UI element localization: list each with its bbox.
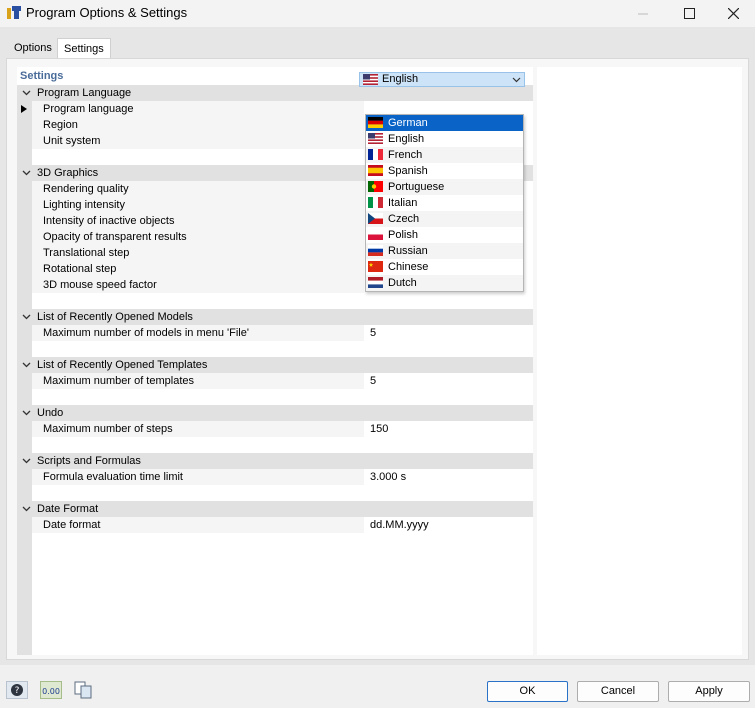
flag-us-icon: [363, 74, 378, 85]
category-label: Scripts and Formulas: [37, 455, 141, 467]
row-name: Translational step: [32, 245, 364, 261]
row-name: Maximum number of models in menu 'File': [32, 325, 364, 341]
tree-row[interactable]: Maximum number of steps 150: [17, 421, 533, 437]
language-option-chinese[interactable]: Chinese: [366, 259, 523, 275]
flag-pt-icon: [368, 181, 383, 192]
flag-it-icon: [368, 197, 383, 208]
cancel-button[interactable]: Cancel: [577, 681, 659, 702]
row-value[interactable]: dd.MM.yyyy: [366, 517, 533, 533]
row-name: Program language: [32, 101, 364, 117]
category-scripts-formulas[interactable]: Scripts and Formulas: [17, 453, 533, 469]
flag-pl-icon: [368, 229, 383, 240]
language-option-english[interactable]: English: [366, 131, 523, 147]
row-name: Region: [32, 117, 364, 133]
row-name: Intensity of inactive objects: [32, 213, 364, 229]
description-pane: [537, 67, 742, 655]
language-combobox[interactable]: English: [359, 72, 525, 87]
ok-button[interactable]: OK: [487, 681, 568, 702]
chevron-down-icon[interactable]: [20, 453, 32, 469]
row-value[interactable]: 5: [366, 373, 533, 389]
title-bar: Program Options & Settings: [0, 0, 755, 27]
language-option-russian[interactable]: Russian: [366, 243, 523, 259]
category-program-language[interactable]: Program Language: [17, 85, 533, 101]
language-option-spanish[interactable]: Spanish: [366, 163, 523, 179]
category-label: List of Recently Opened Models: [37, 311, 193, 323]
category-undo[interactable]: Undo: [17, 405, 533, 421]
maximize-button[interactable]: [666, 0, 712, 27]
language-option-portuguese[interactable]: Portuguese: [366, 179, 523, 195]
chevron-down-icon[interactable]: [20, 501, 32, 517]
flag-ru-icon: [368, 245, 383, 256]
row-name: Maximum number of steps: [32, 421, 364, 437]
minimize-button[interactable]: [620, 0, 666, 27]
dialog-footer: ? 0.00 OK Cancel Apply: [0, 665, 755, 708]
tree-row[interactable]: Maximum number of models in menu 'File' 5: [17, 325, 533, 341]
category-label: Date Format: [37, 503, 99, 515]
row-name: Rendering quality: [32, 181, 364, 197]
row-name: 3D mouse speed factor: [32, 277, 364, 293]
tab-settings[interactable]: Settings: [57, 38, 111, 58]
tree-row[interactable]: Maximum number of templates 5: [17, 373, 533, 389]
app-icon: [7, 6, 21, 19]
flag-de-icon: [368, 117, 383, 128]
flag-cz-icon: [368, 213, 383, 224]
row-name: Date format: [32, 517, 364, 533]
row-name: Formula evaluation time limit: [32, 469, 364, 485]
row-name: Lighting intensity: [32, 197, 364, 213]
category-label: List of Recently Opened Templates: [37, 359, 208, 371]
language-option-italian[interactable]: Italian: [366, 195, 523, 211]
language-option-german[interactable]: German: [366, 115, 523, 131]
close-button[interactable]: [710, 0, 755, 27]
chevron-down-icon[interactable]: [20, 357, 32, 373]
category-label: Program Language: [37, 87, 132, 99]
category-label: 3D Graphics: [37, 167, 99, 179]
language-option-dutch[interactable]: Dutch: [366, 275, 523, 291]
row-value[interactable]: 150: [366, 421, 533, 437]
tree-row[interactable]: Date format dd.MM.yyyy: [17, 517, 533, 533]
svg-text:?: ?: [15, 686, 20, 696]
close-icon: [727, 8, 739, 19]
row-value[interactable]: 3.000 s: [366, 469, 533, 485]
chevron-down-icon[interactable]: [20, 165, 32, 181]
maximize-icon: [683, 8, 695, 19]
category-recent-models[interactable]: List of Recently Opened Models: [17, 309, 533, 325]
language-option-polish[interactable]: Polish: [366, 227, 523, 243]
language-option-french[interactable]: French: [366, 147, 523, 163]
flag-us-icon: [368, 133, 383, 144]
copy-settings-icon[interactable]: [73, 681, 95, 699]
flag-cn-icon: [368, 261, 383, 272]
tab-options[interactable]: Options: [8, 38, 58, 58]
category-label: Undo: [37, 407, 64, 419]
window-title: Program Options & Settings: [26, 5, 188, 20]
row-name: Opacity of transparent results: [32, 229, 364, 245]
category-recent-templates[interactable]: List of Recently Opened Templates: [17, 357, 533, 373]
chevron-down-icon[interactable]: [20, 85, 32, 101]
minimize-icon: [638, 13, 648, 14]
chevron-down-icon[interactable]: [512, 73, 521, 90]
language-dropdown-list[interactable]: German English French Spanish Portuguese…: [365, 114, 524, 292]
row-pointer-icon: [21, 105, 27, 113]
language-combobox-value: English: [382, 73, 419, 85]
chevron-down-icon[interactable]: [20, 309, 32, 325]
flag-fr-icon: [368, 149, 383, 160]
help-icon[interactable]: ?: [6, 681, 28, 699]
tree-row[interactable]: Formula evaluation time limit 3.000 s: [17, 469, 533, 485]
svg-text:0.00: 0.00: [42, 687, 60, 696]
flag-es-icon: [368, 165, 383, 176]
category-date-format[interactable]: Date Format: [17, 501, 533, 517]
chevron-down-icon[interactable]: [20, 405, 32, 421]
flag-nl-icon: [368, 277, 383, 288]
language-option-czech[interactable]: Czech: [366, 211, 523, 227]
units-icon[interactable]: 0.00: [40, 681, 62, 699]
apply-button[interactable]: Apply: [668, 681, 750, 702]
row-value[interactable]: 5: [366, 325, 533, 341]
row-name: Unit system: [32, 133, 364, 149]
row-name: Maximum number of templates: [32, 373, 364, 389]
row-name: Rotational step: [32, 261, 364, 277]
